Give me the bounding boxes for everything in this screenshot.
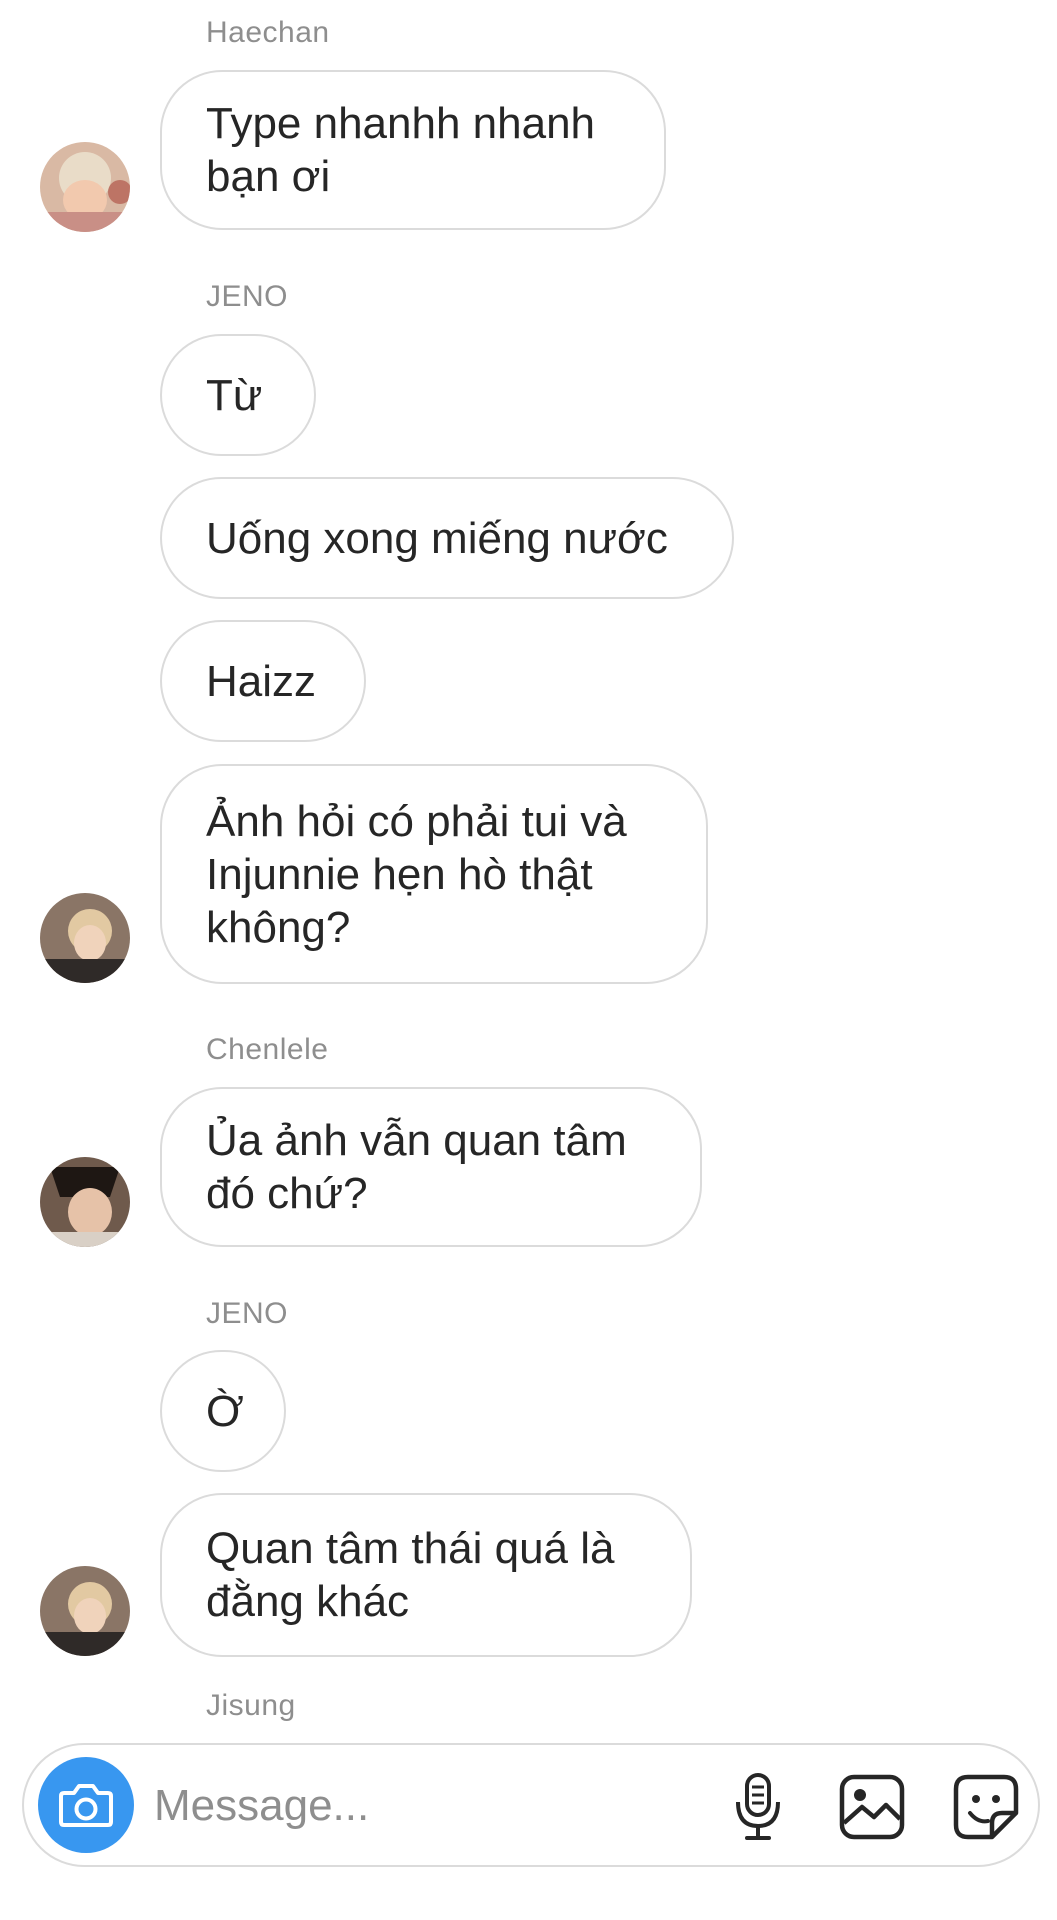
microphone-button[interactable] — [718, 1767, 798, 1847]
avatar[interactable] — [40, 893, 130, 983]
avatar-photo — [40, 142, 130, 232]
message-composer — [22, 1743, 1040, 1867]
avatar[interactable] — [40, 1566, 130, 1656]
sender-name: Haechan — [206, 16, 330, 49]
camera-button[interactable] — [38, 1757, 134, 1853]
avatar-photo — [40, 893, 130, 983]
avatar[interactable] — [40, 142, 130, 232]
message-bubble[interactable]: Haizz — [160, 620, 366, 742]
message-input[interactable] — [154, 1775, 694, 1837]
message-bubble[interactable]: Từ — [160, 334, 316, 456]
message-bubble[interactable]: Ảnh hỏi có phải tui và Injunnie hẹn hò t… — [160, 764, 708, 984]
gallery-icon — [839, 1774, 905, 1840]
sender-name: Jisung — [206, 1689, 296, 1722]
avatar[interactable] — [40, 1157, 130, 1247]
message-bubble[interactable]: Quan tâm thái quá là đằng khác — [160, 1493, 692, 1657]
sticker-button[interactable] — [946, 1767, 1026, 1847]
camera-icon — [59, 1784, 113, 1827]
gallery-button[interactable] — [832, 1767, 912, 1847]
avatar-photo — [40, 1566, 130, 1656]
avatar-photo — [40, 1157, 130, 1247]
message-thread: Haechan Type nhanhh nhanh bạn ơi JENO Từ… — [0, 0, 1057, 1722]
sender-name: JENO — [206, 1297, 289, 1330]
message-bubble[interactable]: Type nhanhh nhanh bạn ơi — [160, 70, 666, 230]
message-bubble[interactable]: Uống xong miếng nước — [160, 477, 734, 599]
microphone-icon — [736, 1773, 780, 1840]
sender-name: Chenlele — [206, 1033, 329, 1066]
message-bubble[interactable]: Ủa ảnh vẫn quan tâm đó chứ? — [160, 1087, 702, 1247]
sender-name: JENO — [206, 280, 289, 313]
message-bubble[interactable]: Ờ — [160, 1350, 286, 1472]
sticker-icon — [953, 1774, 1019, 1840]
